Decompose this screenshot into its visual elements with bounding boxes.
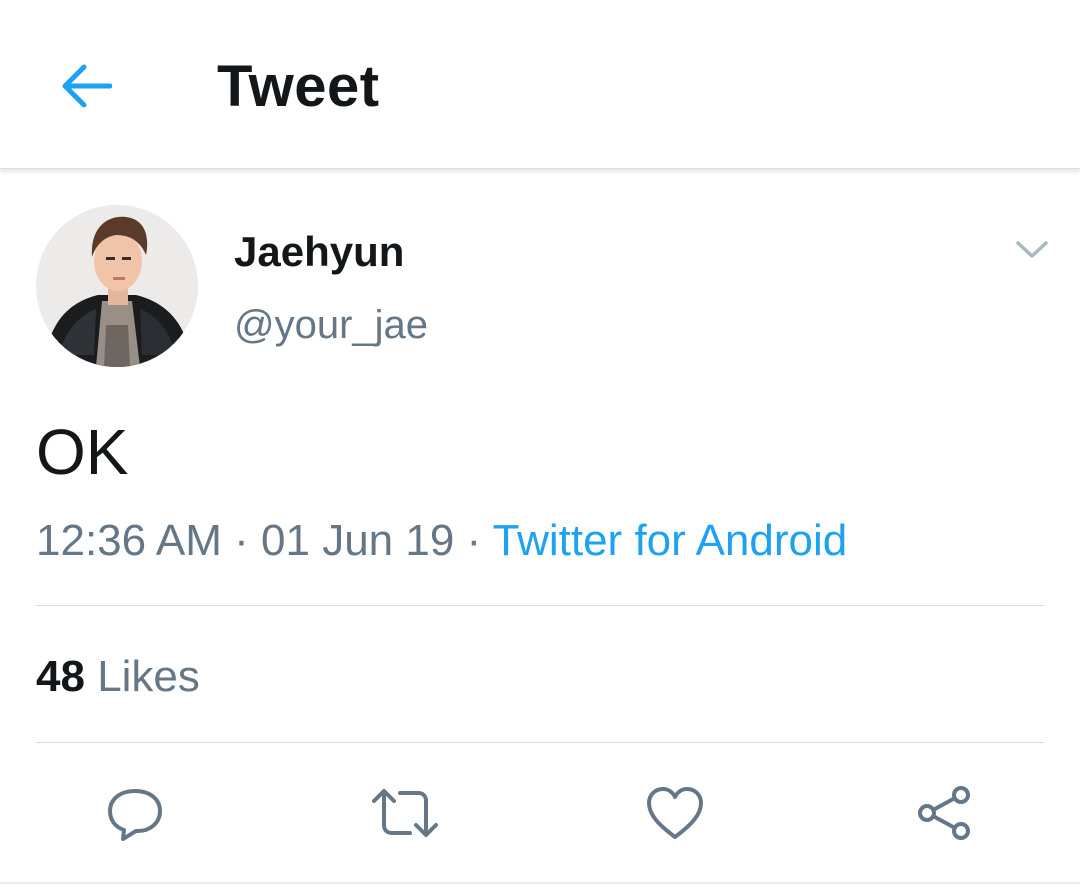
retweet-button[interactable] (370, 778, 440, 848)
top-app-bar: Tweet (0, 0, 1080, 169)
arrow-left-icon (62, 64, 112, 108)
share-icon (918, 786, 970, 840)
like-icon (647, 787, 703, 839)
tweet-meta: 12:36 AM · 01 Jun 19 · Twitter for Andro… (36, 514, 847, 568)
author-handle[interactable]: @your_jae (234, 300, 428, 350)
tweet-time: 12:36 AM (36, 516, 222, 565)
back-button[interactable] (46, 46, 126, 126)
profile-photo (36, 205, 198, 367)
tweet-screen: Tweet Jaehyun @your_jae OK 12:36 AM · 01… (0, 0, 1080, 890)
chevron-down-icon (1016, 241, 1048, 258)
retweet-icon (372, 789, 438, 837)
reply-icon (108, 789, 162, 841)
share-button[interactable] (910, 778, 980, 848)
reply-button[interactable] (100, 778, 170, 848)
author-display-name[interactable]: Jaehyun (234, 226, 404, 278)
likes-count: 48 (36, 652, 85, 701)
page-title: Tweet (217, 54, 380, 119)
divider (36, 742, 1044, 743)
tweet-date: 01 Jun 19 (261, 516, 455, 565)
meta-separator: · (466, 516, 482, 565)
tweet-text: OK (36, 416, 129, 488)
bottom-divider (0, 882, 1080, 884)
meta-separator: · (234, 516, 249, 565)
tweet-source-link[interactable]: Twitter for Android (493, 516, 848, 565)
avatar[interactable] (36, 205, 198, 367)
like-button[interactable] (640, 778, 710, 848)
tweet-menu-button[interactable] (1010, 230, 1054, 270)
divider (36, 605, 1044, 606)
likes-label: Likes (97, 652, 200, 701)
likes-stat[interactable]: 48 Likes (36, 650, 200, 704)
